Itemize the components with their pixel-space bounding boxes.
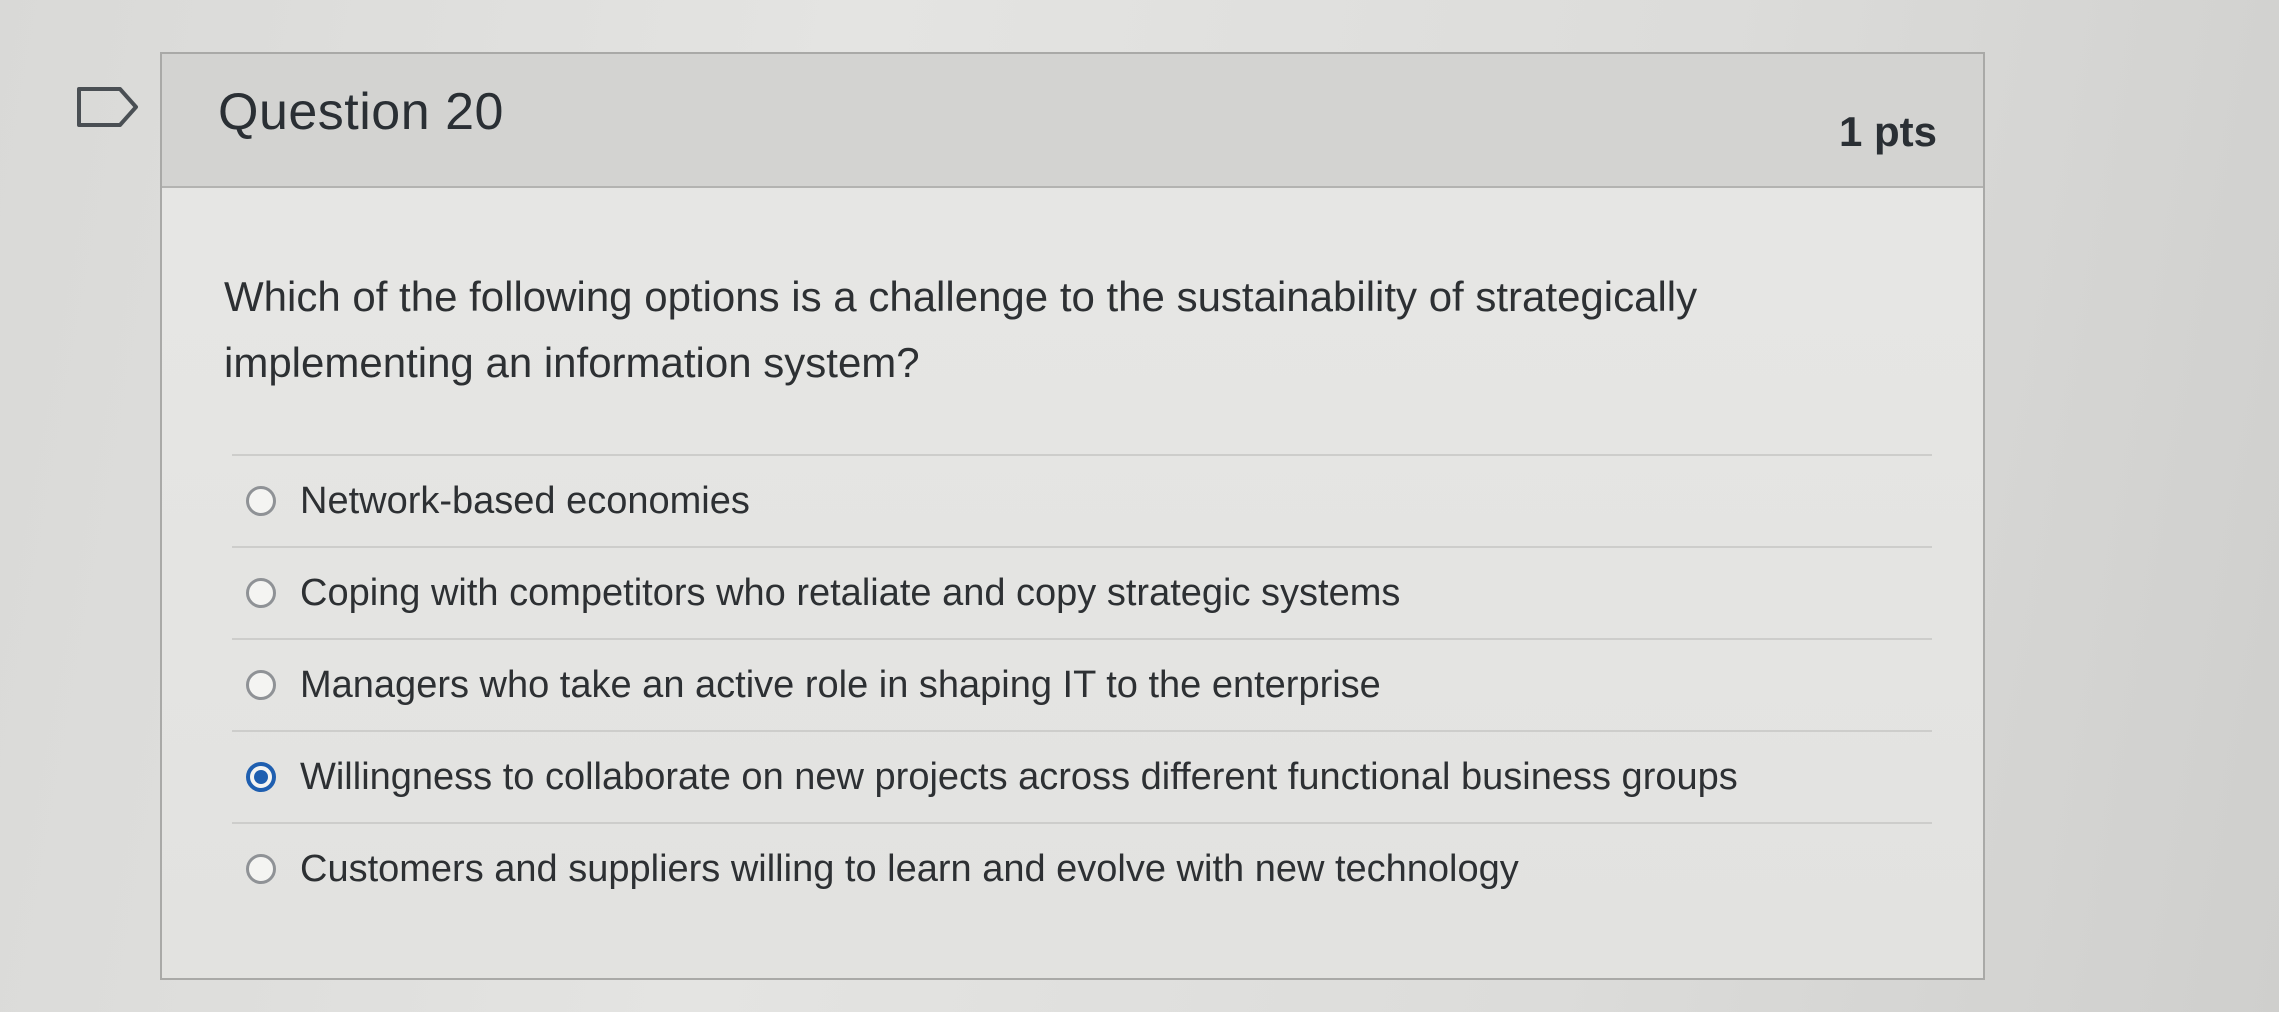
answer-label: Network-based economies: [300, 479, 750, 522]
answer-label: Willingness to collaborate on new projec…: [300, 755, 1738, 798]
question-title: Question 20: [218, 83, 504, 141]
radio-button[interactable]: [246, 578, 276, 608]
answer-list: Network-based economies Coping with comp…: [232, 454, 1932, 914]
radio-button[interactable]: [246, 486, 276, 516]
flag-bookmark-icon[interactable]: [76, 86, 140, 128]
radio-button[interactable]: [246, 670, 276, 700]
answer-option[interactable]: Willingness to collaborate on new projec…: [232, 730, 1932, 822]
question-text: Which of the following options is a chal…: [224, 273, 1698, 386]
answer-option[interactable]: Network-based economies: [232, 454, 1932, 546]
answer-option[interactable]: Coping with competitors who retaliate an…: [232, 546, 1932, 638]
question-points: 1 pts: [1838, 108, 1937, 155]
question-header: Question 20 1 pts: [162, 54, 1983, 188]
question-card: Question 20 1 pts Which of the following…: [160, 52, 1985, 980]
radio-button-selected[interactable]: [246, 762, 276, 792]
answer-option[interactable]: Managers who take an active role in shap…: [232, 638, 1932, 730]
answer-label: Managers who take an active role in shap…: [300, 663, 1381, 706]
answer-label: Coping with competitors who retaliate an…: [300, 571, 1401, 614]
answer-label: Customers and suppliers willing to learn…: [300, 847, 1519, 890]
answer-option[interactable]: Customers and suppliers willing to learn…: [232, 822, 1932, 914]
radio-button[interactable]: [246, 854, 276, 884]
